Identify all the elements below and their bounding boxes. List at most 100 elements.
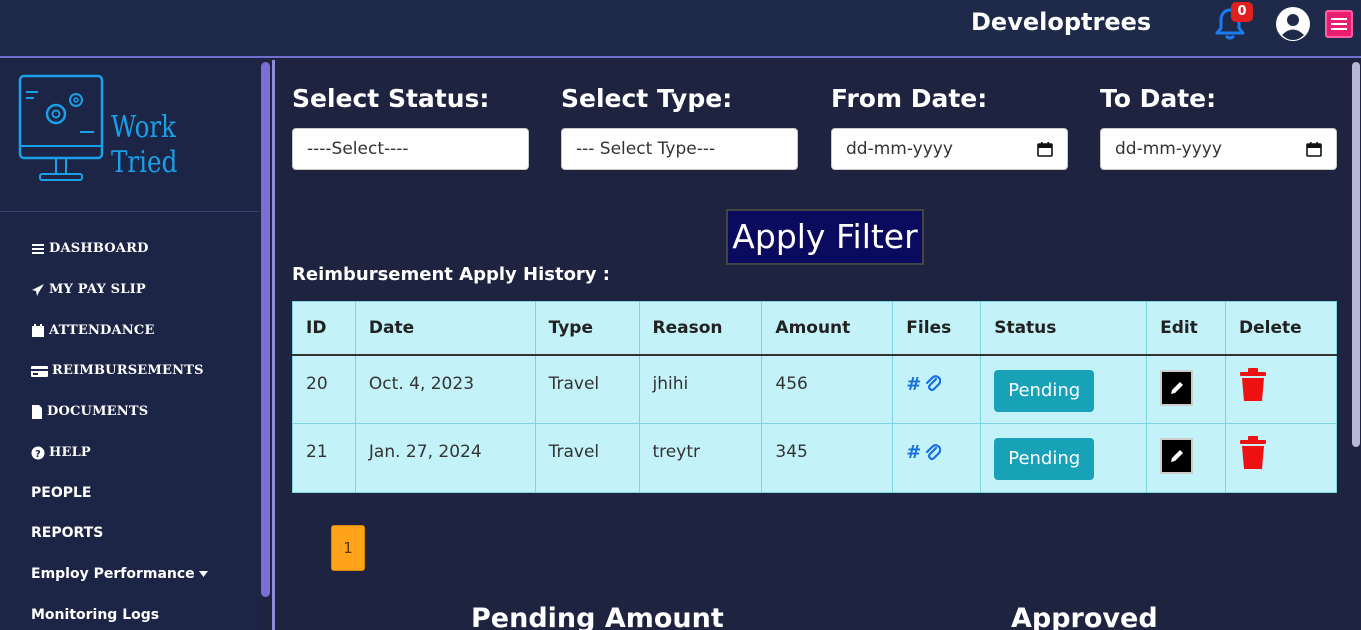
history-title: Reimbursement Apply History : [292, 264, 611, 285]
sidebar-divider [0, 211, 260, 212]
trash-icon[interactable] [1239, 367, 1267, 402]
apply-filter-button[interactable]: Apply Filter [726, 209, 924, 265]
edit-button[interactable] [1160, 438, 1194, 474]
sidebar: Work Tried [0, 60, 260, 630]
column-header: Reason [638, 301, 763, 356]
cell-id: 21 [292, 423, 356, 493]
calendar-icon [32, 323, 44, 337]
column-header: Edit [1146, 301, 1226, 356]
column-header: Amount [761, 301, 894, 356]
file-link[interactable]: # [906, 442, 980, 463]
edit-button[interactable] [1160, 369, 1194, 406]
type-select-value: --- Select Type--- [576, 139, 716, 159]
sidebar-item-label: HELP [49, 445, 91, 460]
cell-status: Pending [980, 354, 1148, 424]
sidebar-item-documents[interactable]: DOCUMENTS [31, 404, 148, 419]
cell-amount: 456 [761, 354, 894, 424]
cell-files: # [892, 354, 982, 424]
sidebar-item-label: PEOPLE [31, 485, 92, 501]
file-link-hash: # [906, 373, 922, 395]
sidebar-item-label: REIMBURSEMENTS [52, 363, 204, 378]
pending-amount-heading: Pending Amount [471, 603, 724, 630]
cell-edit [1146, 423, 1226, 493]
cell-date: Jan. 27, 2024 [354, 423, 536, 493]
paperclip-icon [926, 443, 942, 460]
sidebar-scrollbar[interactable] [260, 60, 272, 630]
table-row: 20 Oct. 4, 2023 Travel jhihi 456 # Pendi… [292, 354, 1337, 424]
svg-text:?: ? [35, 449, 41, 460]
main-scrollbar[interactable] [1350, 60, 1361, 630]
pagination-page-button[interactable]: 1 [331, 525, 365, 571]
sidebar-item-help[interactable]: ? HELP [31, 445, 91, 460]
sidebar-item-label: Monitoring Logs [31, 607, 160, 623]
table-row: 21 Jan. 27, 2024 Travel treytr 345 # Pen… [292, 423, 1337, 493]
cell-id: 20 [292, 354, 356, 424]
from-date-placeholder: dd-mm-yyyy [846, 139, 953, 159]
type-select[interactable]: --- Select Type--- [561, 128, 798, 170]
from-date-input[interactable]: dd-mm-yyyy [831, 128, 1068, 170]
cell-amount: 345 [761, 423, 894, 493]
sidebar-item-label: MY PAY SLIP [49, 282, 146, 297]
trash-icon[interactable] [1239, 436, 1267, 470]
sidebar-item-label: REPORTS [31, 525, 104, 541]
column-header: Delete [1225, 301, 1337, 356]
sidebar-item-reports[interactable]: REPORTS [31, 525, 103, 541]
table-header-row: ID Date Type Reason Amount Files Status … [292, 301, 1337, 356]
status-badge: Pending [994, 438, 1095, 480]
sidebar-item-label: ATTENDANCE [49, 323, 155, 338]
file-link[interactable]: # [906, 374, 980, 395]
paper-plane-icon [32, 283, 44, 296]
bars-icon [32, 243, 44, 254]
status-select-value: ----Select---- [307, 139, 409, 159]
to-date-placeholder: dd-mm-yyyy [1115, 139, 1222, 159]
to-date-label: To Date: [1100, 84, 1217, 113]
brand-name: Developtrees [971, 8, 1152, 36]
reimbursement-table: ID Date Type Reason Amount Files Status … [292, 301, 1337, 493]
top-navbar: Developtrees 0 [0, 0, 1361, 58]
credit-card-icon [31, 365, 48, 377]
pencil-icon [1170, 450, 1183, 462]
sidebar-item-label: DASHBOARD [49, 241, 149, 256]
sidebar-item-label: Employ Performance [31, 566, 195, 582]
cell-edit [1146, 354, 1226, 424]
sidebar-item-attendance[interactable]: ATTENDANCE [31, 323, 155, 338]
notification-badge: 0 [1231, 2, 1253, 22]
cell-type: Travel [534, 423, 640, 493]
hamburger-menu-button[interactable] [1325, 10, 1353, 38]
cell-status: Pending [980, 423, 1148, 493]
question-circle-icon: ? [31, 446, 45, 460]
column-header: Status [980, 301, 1148, 356]
sidebar-item-reimbursements[interactable]: REIMBURSEMENTS [31, 363, 204, 378]
cell-date: Oct. 4, 2023 [354, 354, 536, 424]
logo-text: Work Tried [111, 110, 178, 180]
column-header: ID [292, 301, 356, 356]
to-date-input[interactable]: dd-mm-yyyy [1100, 128, 1337, 170]
status-badge: Pending [994, 369, 1095, 412]
sidebar-item-dashboard[interactable]: DASHBOARD [31, 241, 149, 256]
calendar-icon[interactable] [1037, 141, 1053, 157]
cell-files: # [892, 423, 982, 493]
type-filter-label: Select Type: [561, 84, 733, 113]
column-header: Date [354, 301, 536, 356]
column-header: Type [534, 301, 640, 356]
status-filter-label: Select Status: [292, 84, 490, 113]
sidebar-item-monitoring-logs[interactable]: Monitoring Logs [31, 607, 159, 623]
approved-heading: Approved [1011, 603, 1158, 630]
calendar-icon[interactable] [1306, 141, 1322, 157]
logo-monitor-icon [18, 74, 104, 181]
cell-delete [1225, 423, 1337, 493]
user-avatar-icon[interactable] [1275, 6, 1311, 42]
sidebar-item-my-pay-slip[interactable]: MY PAY SLIP [31, 282, 146, 297]
status-select[interactable]: ----Select---- [292, 128, 529, 170]
caret-down-icon [198, 571, 208, 577]
file-icon [32, 404, 42, 419]
from-date-label: From Date: [831, 84, 988, 113]
sidebar-item-employ-performance[interactable]: Employ Performance [31, 566, 208, 582]
sidebar-item-people[interactable]: PEOPLE [31, 485, 91, 501]
cell-delete [1225, 354, 1337, 424]
sidebar-item-label: DOCUMENTS [47, 404, 149, 419]
column-header: Files [892, 301, 982, 356]
cell-type: Travel [534, 354, 640, 424]
paperclip-icon [926, 375, 942, 392]
cell-reason: jhihi [638, 354, 763, 424]
